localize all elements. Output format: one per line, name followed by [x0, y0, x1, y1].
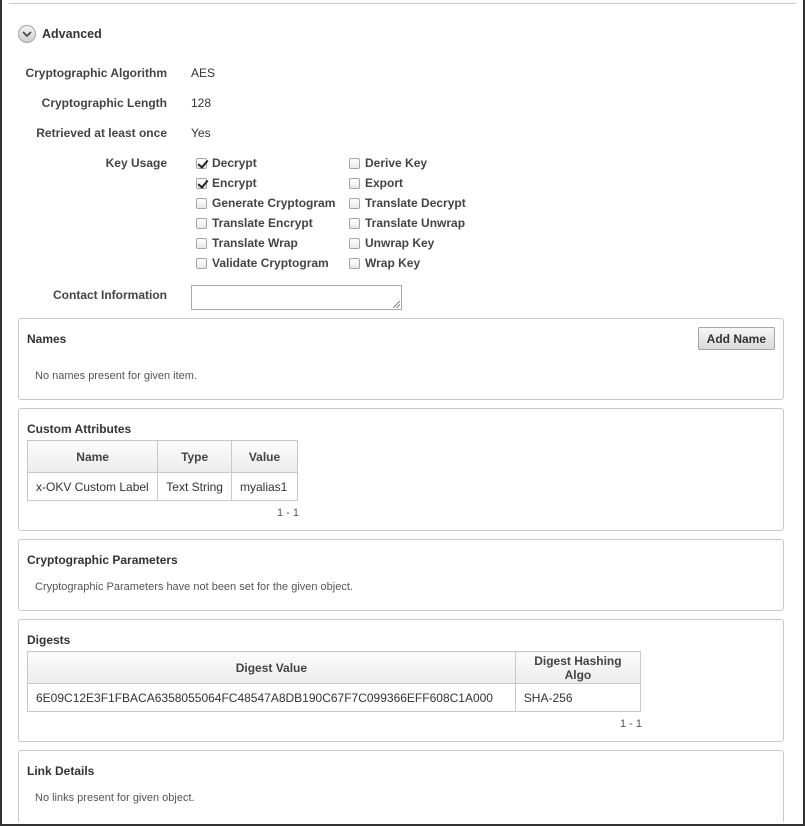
key-usage-option[interactable]: Decrypt	[196, 153, 335, 173]
key-usage-option[interactable]: Translate Wrap	[196, 233, 335, 253]
cryptographic-parameters-panel: Cryptographic Parameters Cryptographic P…	[18, 539, 784, 611]
checkbox-label: Validate Cryptogram	[212, 256, 329, 270]
link-details-title: Link Details	[27, 764, 95, 778]
checkbox[interactable]	[196, 257, 207, 269]
checkbox-label: Translate Unwrap	[365, 216, 466, 230]
length-label: Cryptographic Length	[41, 96, 167, 110]
key-usage-option[interactable]: Encrypt	[196, 173, 335, 193]
checkbox-label: Export	[365, 176, 404, 190]
key-usage-option[interactable]: Unwrap Key	[349, 233, 466, 253]
top-divider	[9, 3, 796, 4]
custom-attributes-title: Custom Attributes	[27, 422, 132, 436]
column-header-digest-value[interactable]: Digest Value	[27, 651, 516, 684]
contact-label: Contact Information	[53, 288, 167, 302]
checkbox-label: Encrypt	[212, 176, 257, 190]
contact-information-field[interactable]	[191, 285, 402, 310]
algorithm-value: AES	[191, 66, 216, 80]
digests-pager: 1 - 1	[620, 718, 643, 730]
key-usage-option[interactable]: Derive Key	[349, 153, 466, 173]
custom-attributes-table: Name Type Value x-OKV Custom Label Text …	[26, 440, 299, 501]
add-name-button[interactable]: Add Name	[697, 327, 775, 350]
checkbox-label: Unwrap Key	[365, 236, 435, 250]
key-usage-label: Key Usage	[105, 156, 167, 170]
checkbox[interactable]	[349, 217, 360, 229]
checkbox[interactable]	[349, 257, 360, 269]
checkbox[interactable]	[196, 177, 207, 189]
key-usage-option[interactable]: Export	[349, 173, 466, 193]
key-usage-option[interactable]: Translate Decrypt	[349, 193, 466, 213]
checkbox[interactable]	[196, 197, 207, 209]
column-header-type[interactable]: Type	[157, 440, 232, 473]
retrieved-value: Yes	[191, 126, 211, 140]
length-value: 128	[191, 96, 212, 110]
link-details-empty-message: No links present for given object.	[35, 792, 195, 804]
column-header-name[interactable]: Name	[26, 440, 159, 473]
custom-attributes-panel: Custom Attributes Name Type Value x-OKV …	[18, 408, 784, 531]
key-usage-option[interactable]: Wrap Key	[349, 253, 466, 273]
advanced-toggle[interactable]: Advanced	[18, 25, 102, 43]
cell-digest-algo: SHA-256	[514, 683, 642, 712]
cryptographic-parameters-title: Cryptographic Parameters	[27, 553, 178, 567]
key-usage-column-2: Derive Key Export Translate Decrypt Transla…	[349, 153, 466, 273]
table-row[interactable]: 6E09C12E3F1FBACA6358055064FC48547A8DB190…	[27, 683, 642, 712]
cell-digest-value: 6E09C12E3F1FBACA6358055064FC48547A8DB190…	[27, 683, 516, 712]
table-row[interactable]: x-OKV Custom Label Text String myalias1	[26, 472, 299, 501]
names-panel: Names Add Name No names present for give…	[18, 318, 784, 400]
checkbox[interactable]	[349, 197, 360, 209]
key-usage-option[interactable]: Validate Cryptogram	[196, 253, 335, 273]
checkbox-label: Translate Decrypt	[365, 196, 466, 210]
cryptographic-parameters-empty-message: Cryptographic Parameters have not been s…	[35, 581, 353, 593]
custom-attributes-pager: 1 - 1	[277, 507, 300, 519]
chevron-down-icon	[18, 25, 36, 43]
checkbox-label: Translate Wrap	[212, 236, 298, 250]
algorithm-label: Cryptographic Algorithm	[25, 66, 167, 80]
resize-grip-icon[interactable]	[393, 301, 400, 308]
checkbox[interactable]	[196, 237, 207, 249]
checkbox[interactable]	[349, 237, 360, 249]
checkbox-label: Derive Key	[365, 156, 428, 170]
checkbox[interactable]	[196, 217, 207, 229]
column-header-value[interactable]: Value	[230, 440, 299, 473]
key-usage-option[interactable]: Translate Encrypt	[196, 213, 335, 233]
checkbox[interactable]	[349, 157, 360, 169]
cell-value: myalias1	[230, 472, 299, 501]
key-usage-option[interactable]: Generate Cryptogram	[196, 193, 335, 213]
names-empty-message: No names present for given item.	[35, 370, 198, 382]
digests-table: Digest Value Digest Hashing Algo 6E09C12…	[27, 651, 642, 712]
digests-title: Digests	[27, 633, 71, 647]
names-title: Names	[27, 332, 67, 346]
link-details-panel: Link Details No links present for given …	[18, 750, 784, 822]
checkbox-label: Decrypt	[212, 156, 257, 170]
checkbox[interactable]	[349, 177, 360, 189]
cell-type: Text String	[157, 472, 232, 501]
retrieved-label: Retrieved at least once	[36, 126, 167, 140]
cell-name: x-OKV Custom Label	[26, 472, 159, 501]
key-usage-column-1: Decrypt Encrypt Generate Cryptogram Transla…	[196, 153, 335, 273]
checkbox-label: Translate Encrypt	[212, 216, 313, 230]
digests-panel: Digests Digest Value Digest Hashing Algo…	[18, 619, 784, 742]
advanced-label: Advanced	[42, 27, 102, 41]
column-header-digest-hashing-algo[interactable]: Digest Hashing Algo	[514, 651, 642, 684]
checkbox[interactable]	[196, 157, 207, 169]
checkbox-label: Wrap Key	[365, 256, 421, 270]
key-usage-option[interactable]: Translate Unwrap	[349, 213, 466, 233]
checkbox-label: Generate Cryptogram	[212, 196, 336, 210]
